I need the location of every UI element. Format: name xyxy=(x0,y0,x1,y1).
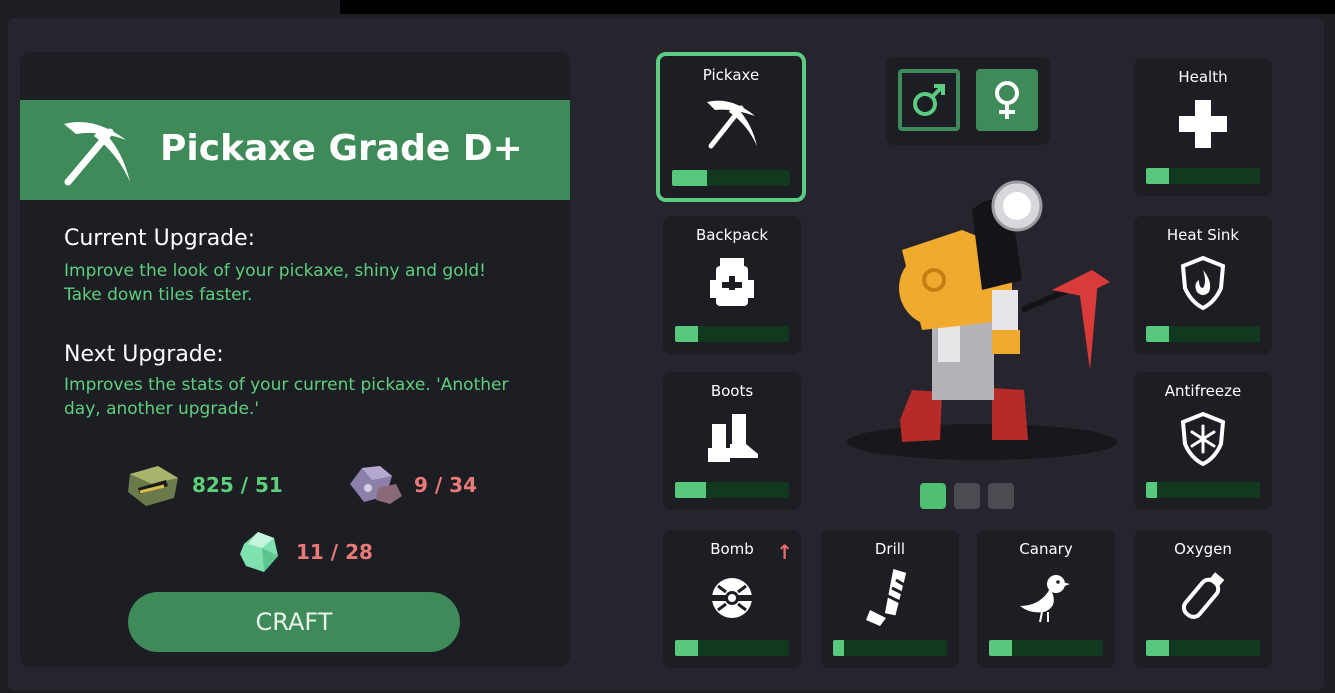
upgrade-card-label: Pickaxe xyxy=(702,66,760,84)
bomb-icon xyxy=(702,566,762,626)
upgrade-progress-bar xyxy=(1146,640,1260,656)
craft-button[interactable]: CRAFT xyxy=(128,592,460,652)
page-dot[interactable] xyxy=(954,483,980,509)
upgrade-progress-bar xyxy=(672,170,790,186)
male-gender-button[interactable] xyxy=(898,69,960,131)
upgrade-progress-bar xyxy=(675,640,789,656)
next-upgrade-heading: Next Upgrade: xyxy=(64,342,224,367)
upgrade-card-heat-sink[interactable]: Heat Sink xyxy=(1134,216,1272,354)
upgrade-card-bomb[interactable]: Bomb ↑ xyxy=(663,530,801,668)
upgrade-card-label: Canary xyxy=(1019,540,1073,558)
upgrade-card-oxygen[interactable]: Oxygen xyxy=(1134,530,1272,668)
gender-selector xyxy=(886,57,1050,145)
upgrade-card-drill[interactable]: Drill xyxy=(821,530,959,668)
male-symbol-icon xyxy=(913,84,945,116)
upgrade-progress-bar xyxy=(833,640,947,656)
resource-crystal: 11 / 28 xyxy=(234,526,373,578)
upgrade-progress-bar xyxy=(675,326,789,342)
top-bar xyxy=(340,0,1335,14)
page-dot[interactable] xyxy=(988,483,1014,509)
upgrade-card-label: Backpack xyxy=(695,226,769,244)
page-indicator xyxy=(920,483,1014,509)
item-title: Pickaxe Grade D+ xyxy=(160,128,523,169)
page-dot[interactable] xyxy=(920,483,946,509)
health-icon xyxy=(1173,94,1233,154)
item-details-panel: Pickaxe Grade D+ Current Upgrade: Improv… xyxy=(20,52,570,667)
heat-sink-icon xyxy=(1173,252,1233,312)
upgrade-card-boots[interactable]: Boots xyxy=(663,372,801,510)
upgrade-card-label: Heat Sink xyxy=(1166,226,1240,244)
resource-ore-amount: 825 / 51 xyxy=(192,473,283,497)
upgrade-card-label: Drill xyxy=(874,540,906,558)
upgrade-progress-bar xyxy=(1146,326,1260,342)
crystal-icon xyxy=(240,532,278,572)
resource-rock: 9 / 34 xyxy=(342,462,477,508)
current-upgrade-text: Improve the look of your pickaxe, shiny … xyxy=(64,261,486,305)
oxygen-icon xyxy=(1173,566,1233,626)
rock-icon xyxy=(350,466,402,504)
female-gender-button[interactable] xyxy=(976,69,1038,131)
current-upgrade-heading: Current Upgrade: xyxy=(64,226,256,251)
upgrade-progress-bar xyxy=(1146,482,1260,498)
upgrade-card-label: Health xyxy=(1178,68,1228,86)
upgrade-card-antifreeze[interactable]: Antifreeze xyxy=(1134,372,1272,510)
drill-icon xyxy=(860,566,920,626)
next-upgrade-text: Improves the stats of your current picka… xyxy=(64,375,509,419)
upgrade-progress-bar xyxy=(675,482,789,498)
pickaxe-icon xyxy=(64,122,130,186)
backpack-icon xyxy=(702,252,762,312)
female-symbol-icon xyxy=(995,81,1019,119)
upgrade-available-arrow-icon: ↑ xyxy=(776,540,793,564)
title-banner: Pickaxe Grade D+ xyxy=(20,100,570,200)
boots-icon xyxy=(702,408,762,468)
upgrade-card-health[interactable]: Health xyxy=(1134,58,1272,196)
antifreeze-icon xyxy=(1173,408,1233,468)
pickaxe-icon xyxy=(701,92,761,152)
resource-crystal-amount: 11 / 28 xyxy=(296,540,373,564)
upgrade-card-backpack[interactable]: Backpack xyxy=(663,216,801,354)
upgrade-card-pickaxe[interactable]: Pickaxe xyxy=(656,52,806,202)
upgrade-progress-bar xyxy=(1146,168,1260,184)
miner-character xyxy=(847,180,1117,460)
ore-icon xyxy=(128,466,178,506)
upgrade-progress-bar xyxy=(989,640,1103,656)
resource-rock-amount: 9 / 34 xyxy=(414,473,477,497)
upgrade-card-canary[interactable]: Canary xyxy=(977,530,1115,668)
upgrade-card-label: Boots xyxy=(710,382,754,400)
resource-ore: 825 / 51 xyxy=(124,462,283,508)
canary-icon xyxy=(1016,566,1076,626)
upgrade-card-label: Oxygen xyxy=(1174,540,1232,558)
upgrade-card-label: Antifreeze xyxy=(1164,382,1242,400)
